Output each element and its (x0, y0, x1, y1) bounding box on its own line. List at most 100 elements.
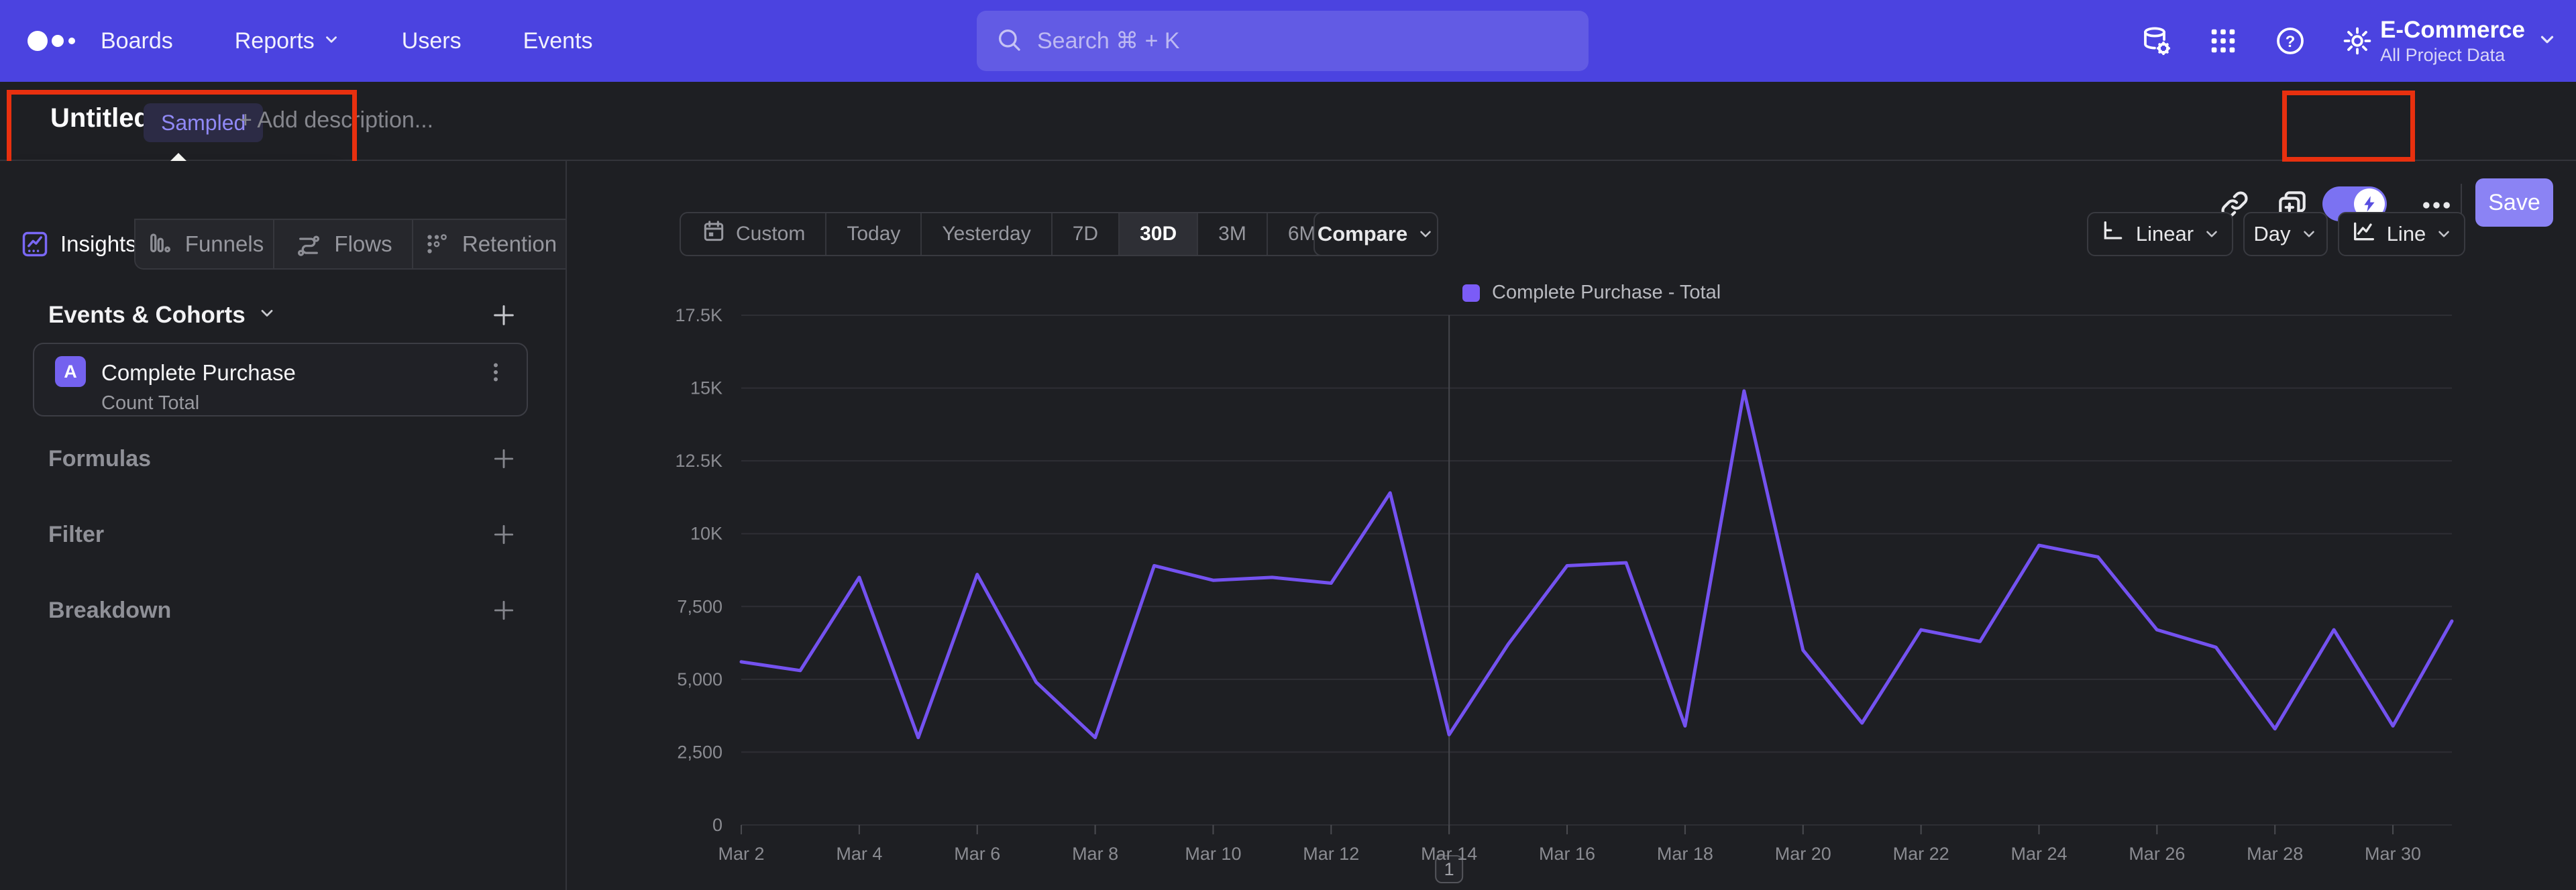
funnels-icon (145, 229, 174, 259)
breakdown-header: Breakdown (48, 597, 172, 623)
x-axis-label: Mar 14 (1421, 844, 1477, 864)
settings-gear-icon[interactable] (2340, 23, 2375, 58)
range-30d[interactable]: 30D (1120, 213, 1199, 255)
y-axis-label: 15K (690, 378, 722, 398)
search-input[interactable]: Search ⌘ + K (977, 11, 1589, 71)
chevron-down-icon (2435, 225, 2453, 243)
filter-section: Filter (48, 520, 519, 549)
x-axis-label: Mar 26 (2129, 844, 2185, 864)
chevron-down-icon (2300, 225, 2318, 243)
mixpanel-logo[interactable] (24, 24, 82, 61)
x-axis-label: Mar 6 (954, 844, 1000, 864)
nav-item-label: Boards (101, 27, 173, 54)
nav-item-label: Events (523, 27, 593, 54)
nav-item-users[interactable]: Users (402, 28, 462, 54)
workspace-switcher[interactable]: E-Commerce All Project Data (2380, 0, 2557, 82)
granularity-label: Day (2253, 222, 2291, 245)
compare-button[interactable]: Compare (1313, 212, 1438, 256)
chevron-down-icon (1417, 225, 1434, 243)
range-custom[interactable]: Custom (681, 213, 827, 255)
range-yesterday[interactable]: Yesterday (922, 213, 1053, 255)
x-axis-label: Mar 24 (2010, 844, 2067, 864)
line-chart[interactable]: 0 2,500 5,000 7,500 10K 12.5K 15K 17.5K 1 Mar 2 Ma… (567, 268, 2576, 890)
x-axis-label: Mar 12 (1303, 844, 1359, 864)
tab-insights[interactable]: Insights (0, 219, 137, 270)
mixpanel-insights-app: Boards Reports Users Events Search ⌘ + K (0, 0, 2576, 890)
y-axis-label: 12.5K (675, 451, 722, 471)
nav-item-events[interactable]: Events (523, 28, 593, 54)
add-description-field[interactable]: + Add description... (239, 107, 433, 133)
scale-dropdown[interactable]: Linear (2087, 212, 2233, 256)
tab-label: Retention (462, 231, 557, 256)
search-placeholder: Search ⌘ + K (1037, 28, 1180, 54)
y-axis-label: 0 (712, 815, 722, 835)
workspace-name: E-Commerce (2380, 16, 2525, 43)
nav-item-label: Reports (234, 27, 315, 54)
add-formula-button[interactable] (489, 444, 519, 474)
calendar-icon (701, 219, 727, 249)
flows-icon (294, 229, 323, 259)
range-3m[interactable]: 3M (1198, 213, 1268, 255)
filter-header: Filter (48, 521, 105, 547)
granularity-dropdown[interactable]: Day (2243, 212, 2328, 256)
nav-utility-icons: ? (2139, 0, 2375, 82)
x-axis-label: Mar 30 (2365, 844, 2421, 864)
range-7d[interactable]: 7D (1053, 213, 1120, 255)
events-cohorts-section: Events & Cohorts (48, 300, 519, 330)
workspace-info: E-Commerce All Project Data (2380, 16, 2525, 66)
series-line[interactable] (739, 389, 2454, 740)
event-metric[interactable]: Count Total (101, 392, 199, 414)
workspace-scope: All Project Data (2380, 44, 2506, 65)
tab-label: Flows (334, 231, 392, 256)
chart-type-dropdown[interactable]: Line (2338, 212, 2465, 256)
save-button[interactable]: Save (2475, 178, 2553, 227)
nav-menu: Boards Reports Users Events (101, 0, 593, 82)
report-title[interactable]: Untitled (50, 103, 150, 133)
apps-grid-icon[interactable] (2206, 23, 2241, 58)
tab-funnels[interactable]: Funnels (134, 219, 273, 270)
retention-icon (422, 229, 451, 259)
date-range-control: Custom Today Yesterday 7D 30D 3M 6M 12M (680, 212, 1418, 256)
insights-chart-icon (20, 229, 50, 259)
section-label: Events & Cohorts (48, 302, 246, 328)
nav-item-boards[interactable]: Boards (101, 28, 173, 54)
line-chart-icon (2351, 218, 2377, 250)
tab-flows[interactable]: Flows (273, 219, 412, 270)
scale-label: Linear (2135, 222, 2194, 245)
chevron-down-icon (258, 302, 276, 329)
x-axis-label: Mar 2 (718, 844, 764, 864)
y-axis-label: 10K (690, 524, 722, 544)
x-axis-label: Mar 20 (1775, 844, 1831, 864)
range-today[interactable]: Today (826, 213, 922, 255)
svg-text:?: ? (2286, 33, 2296, 51)
nav-item-label: Users (401, 27, 462, 54)
add-event-button[interactable] (489, 300, 519, 330)
help-icon[interactable]: ? (2273, 23, 2308, 58)
event-name: Complete Purchase (101, 360, 296, 385)
chevron-down-icon (2537, 30, 2557, 53)
tab-retention[interactable]: Retention (412, 219, 566, 270)
add-filter-button[interactable] (489, 520, 519, 549)
nav-item-reports[interactable]: Reports (235, 28, 340, 54)
y-axis-label: 17.5K (675, 305, 722, 325)
x-axis-label: Mar 18 (1657, 844, 1713, 864)
x-axis-label: Mar 4 (836, 844, 882, 864)
query-sidebar: Insights Funnels Flows Retention Events … (0, 161, 567, 890)
add-breakdown-button[interactable] (489, 596, 519, 625)
x-axis-label: Mar 16 (1539, 844, 1595, 864)
event-card[interactable]: A Complete Purchase Count Total (33, 343, 528, 416)
events-cohorts-header[interactable]: Events & Cohorts (48, 302, 276, 329)
x-axis-label: Mar 28 (2247, 844, 2303, 864)
y-axis-label: 7,500 (677, 596, 722, 616)
linear-scale-icon (2100, 218, 2127, 250)
compare-label: Compare (1317, 222, 1408, 245)
chart-type-label: Line (2386, 222, 2426, 245)
tab-label: Funnels (184, 231, 264, 256)
search-icon (996, 26, 1022, 56)
chevron-down-icon (323, 28, 340, 54)
breakdown-section: Breakdown (48, 596, 519, 625)
event-kebab-icon[interactable] (482, 357, 509, 387)
data-management-icon[interactable] (2139, 23, 2174, 58)
range-label: Custom (736, 223, 806, 245)
x-axis-label: Mar 8 (1072, 844, 1118, 864)
